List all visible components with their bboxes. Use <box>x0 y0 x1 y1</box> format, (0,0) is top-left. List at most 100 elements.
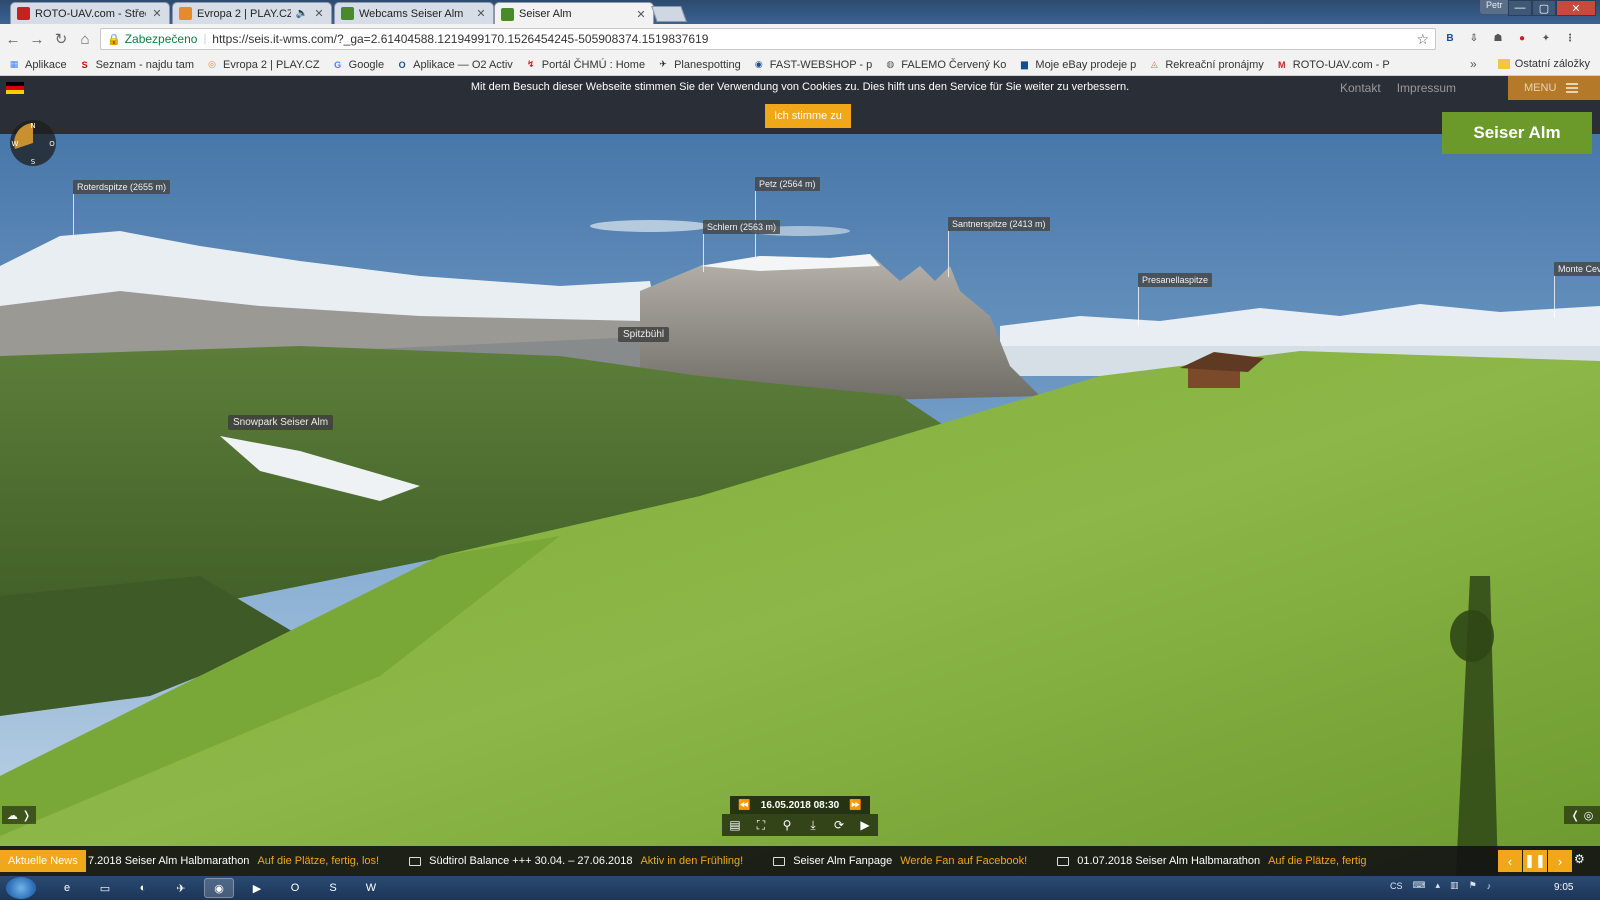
profile-button[interactable]: Petr <box>1480 0 1509 14</box>
news-title: 7.2018 Seiser Alm Halbmarathon <box>88 855 250 867</box>
maximize-icon[interactable]: ▢ <box>1532 0 1556 16</box>
rewind-icon[interactable]: ⏪ <box>738 800 750 811</box>
extension-adblock-icon[interactable]: ● <box>1514 30 1530 46</box>
browser-tab[interactable]: Webcams Seiser Alm ✕ <box>334 2 494 24</box>
refresh-icon[interactable]: ⟳ <box>828 818 850 832</box>
menu-button[interactable]: MENU <box>1508 76 1600 100</box>
tab-close-icon[interactable]: ✕ <box>475 7 487 20</box>
browser-tab[interactable]: ROTO-UAV.com - Středa ✕ <box>10 2 170 24</box>
location-pin-icon[interactable]: ⚲ <box>776 818 798 832</box>
cookie-accept-button[interactable]: Ich stimme zu <box>765 104 851 128</box>
nav-imprint-link[interactable]: Impressum <box>1397 81 1456 95</box>
speaker-icon[interactable]: 🔈 <box>296 8 308 19</box>
news-link[interactable]: Auf die Plätze, fertig, los! <box>257 855 379 867</box>
bookmark-item[interactable]: ◉ FAST-WEBSHOP - p <box>753 59 872 71</box>
extension-person-icon[interactable]: ☗ <box>1490 30 1506 46</box>
forward-icon[interactable]: → <box>26 28 48 50</box>
bookmarks-bar: ▦ Aplikace S Seznam - najdu tam ◎ Evropa 2 | … <box>0 54 1600 76</box>
extension-puzzle-icon[interactable]: ✦ <box>1538 30 1554 46</box>
bookmark-item[interactable]: ◎ Evropa 2 | PLAY.CZ <box>206 59 320 71</box>
network-icon[interactable]: ▥ <box>1450 880 1459 891</box>
bookmark-item[interactable]: ✈ Planespotting <box>657 59 740 71</box>
app-icon[interactable]: ◐ <box>128 878 158 898</box>
weather-toggle[interactable]: ☁ ❭ <box>2 806 36 824</box>
browser-tab[interactable]: Evropa 2 | PLAY.CZ 🔈 ✕ <box>172 2 332 24</box>
bookmark-item[interactable]: O Aplikace — O2 Activ <box>396 59 513 71</box>
bookmark-item[interactable]: ↯ Portál ČHMÚ : Home <box>525 59 645 71</box>
volume-icon[interactable]: ♪ <box>1487 881 1492 891</box>
nav-contact-link[interactable]: Kontakt <box>1340 81 1381 95</box>
clock[interactable]: 9:05 <box>1554 882 1573 893</box>
bookmark-item[interactable]: M ROTO-UAV.com - P <box>1276 59 1390 71</box>
news-item[interactable]: Seiser Alm Fanpage Werde Fan auf Facebook… <box>773 855 1027 867</box>
keyboard-icon[interactable]: ⌨ <box>1413 880 1426 891</box>
tab-close-icon[interactable]: ✕ <box>313 7 325 20</box>
chrome-menu-icon[interactable]: ⋮ <box>1562 30 1578 46</box>
bookmark-item[interactable]: ▆ Moje eBay prodeje p <box>1018 59 1136 71</box>
fullscreen-icon[interactable]: ⛶ <box>750 818 772 833</box>
bookmark-item[interactable]: ◬ Rekreační pronájmy <box>1148 59 1264 71</box>
back-icon[interactable]: ← <box>2 28 24 50</box>
extension-b-icon[interactable]: B <box>1442 30 1458 46</box>
bookmark-item[interactable]: ◍ FALEMO Červený Ko <box>884 59 1006 71</box>
chrome-icon[interactable]: ◉ <box>204 878 234 898</box>
webcam-toggle[interactable]: ❬ ◎ <box>1564 806 1600 824</box>
url-text[interactable]: https://seis.it-wms.com/?_ga=2.61404588.… <box>212 32 708 46</box>
bookmark-item[interactable]: S Seznam - najdu tam <box>79 59 194 71</box>
news-next-icon[interactable]: › <box>1548 850 1572 872</box>
bookmark-label: Google <box>348 58 385 71</box>
download-icon[interactable]: ⤓ <box>802 818 824 833</box>
start-button[interactable] <box>6 877 36 899</box>
news-title: Südtirol Balance +++ 30.04. – 27.06.2018 <box>429 855 633 867</box>
webcam-panorama[interactable] <box>0 76 1600 876</box>
close-window-icon[interactable]: ✕ <box>1556 0 1596 16</box>
bookmark-star-icon[interactable]: ☆ <box>1416 31 1429 48</box>
news-comment-icon <box>1057 856 1070 866</box>
news-pause-icon[interactable]: ❚❚ <box>1523 850 1547 872</box>
skype-icon[interactable]: S <box>318 878 348 898</box>
bookmarks-overflow-icon[interactable]: » <box>1470 57 1477 71</box>
input-language[interactable]: CS <box>1390 881 1403 891</box>
news-link[interactable]: Werde Fan auf Facebook! <box>900 855 1027 867</box>
forward-icon[interactable]: ⏩ <box>849 800 861 811</box>
seiser-alm-logo[interactable]: Seiser Alm <box>1442 112 1592 154</box>
calendar-icon[interactable]: ▤ <box>724 818 746 832</box>
bookmark-item[interactable]: ▦ Aplikace <box>8 59 67 71</box>
extension-download-icon[interactable]: ⇩ <box>1466 30 1482 46</box>
news-link[interactable]: Auf die Plätze, fertig <box>1268 855 1366 867</box>
cloud <box>590 220 710 232</box>
tab-close-icon[interactable]: ✕ <box>151 7 163 20</box>
compass-north: N <box>30 122 35 130</box>
minimize-icon[interactable]: — <box>1508 0 1532 16</box>
compass-icon[interactable]: N O S W <box>9 119 57 167</box>
news-prev-icon[interactable]: ‹ <box>1498 850 1522 872</box>
browser-tab[interactable]: Seiser Alm ✕ <box>494 2 654 25</box>
chevron-right-icon: ❭ <box>21 809 32 822</box>
bookmark-item[interactable]: G Google <box>332 59 384 71</box>
outlook-icon[interactable]: O <box>280 878 310 898</box>
chevron-left-icon: ❬ <box>1570 809 1580 822</box>
media-player-icon[interactable]: ▶ <box>242 878 272 898</box>
flag-icon[interactable]: ⚑ <box>1469 880 1477 891</box>
poi-label-spitzbuehl[interactable]: Spitzbühl <box>618 327 670 342</box>
reload-icon[interactable]: ↻ <box>50 28 72 50</box>
word-icon[interactable]: W <box>356 878 386 898</box>
home-icon[interactable]: ⌂ <box>74 28 96 50</box>
ie-icon[interactable]: e <box>52 878 82 898</box>
bookmark-label: Aplikace — O2 Activ <box>413 58 513 71</box>
other-bookmarks[interactable]: Ostatní záložky <box>1497 58 1590 70</box>
news-title: 01.07.2018 Seiser Alm Halbmarathon <box>1077 855 1261 867</box>
tray-arrow-icon[interactable]: ▴ <box>1436 880 1441 891</box>
app-icon[interactable]: ✈ <box>166 878 196 898</box>
explorer-icon[interactable]: ▭ <box>90 878 120 898</box>
tab-close-icon[interactable]: ✕ <box>635 8 647 21</box>
address-bar[interactable]: 🔒 Zabezpečeno | https://seis.it-wms.com/… <box>100 28 1436 50</box>
webcam-settings-icon[interactable]: ⚙ <box>1574 852 1585 866</box>
news-link[interactable]: Aktiv in den Frühling! <box>640 855 743 867</box>
news-item[interactable]: Südtirol Balance +++ 30.04. – 27.06.2018… <box>409 855 743 867</box>
video-icon[interactable]: ▶ <box>854 818 876 832</box>
new-tab-button[interactable] <box>651 6 687 22</box>
poi-label-snowpark[interactable]: Snowpark Seiser Alm <box>228 415 334 430</box>
news-item[interactable]: 01.07.2018 Seiser Alm Halbmarathon Auf di… <box>1057 855 1367 867</box>
news-item[interactable]: 7.2018 Seiser Alm Halbmarathon Auf die Pl… <box>88 855 379 867</box>
